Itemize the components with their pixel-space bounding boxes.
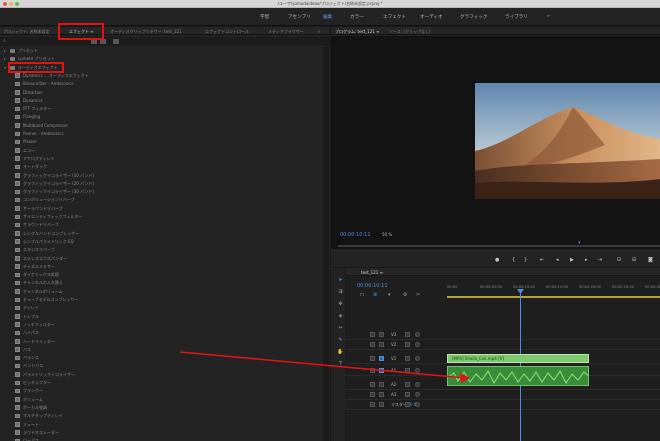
drag-annotation-arrow <box>179 351 470 383</box>
